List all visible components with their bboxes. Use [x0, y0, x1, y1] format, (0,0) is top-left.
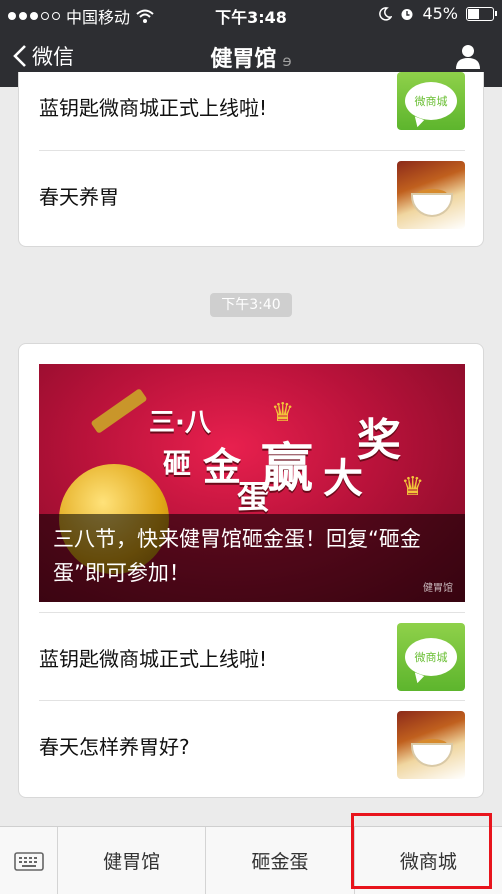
food-thumbnail [397, 711, 465, 779]
list-item-title: 蓝钥匙微商城正式上线啦! [39, 646, 268, 671]
mall-thumbnail: 微商城 [397, 72, 465, 130]
hammer-icon [90, 388, 148, 434]
keyboard-toggle-button[interactable] [0, 827, 58, 894]
list-item[interactable]: 蓝钥匙微商城正式上线啦! 微商城 [39, 62, 465, 150]
mall-thumb-label: 微商城 [414, 651, 448, 664]
list-item[interactable]: 蓝钥匙微商城正式上线啦! 微商城 [39, 612, 465, 701]
chat-bubble-icon: 微商城 [405, 638, 457, 676]
banner-watermark: 健胃馆 [423, 583, 453, 594]
status-bar: 中国移动 下午3:48 45% [0, 0, 502, 28]
menu-item-jianweiguan[interactable]: 健胃馆 [58, 827, 207, 894]
menu-item-weishangcheng[interactable]: 微商城 [355, 827, 502, 894]
list-item-title: 春天养胃 [39, 184, 119, 209]
banner-caption-overlay: 三八节，快来健胃馆砸金蛋！回复“砸金蛋”即可参加！ 健胃馆 [39, 514, 465, 602]
message-timestamp: 下午3:40 [210, 293, 292, 317]
banner-text-ying: 赢 [261, 439, 314, 499]
moon-icon [379, 6, 393, 21]
list-item[interactable]: 春天怎样养胃好? [39, 700, 465, 789]
food-thumbnail [397, 161, 465, 229]
article-card-previous: 蓝钥匙微商城正式上线啦! 微商城 春天养胃 [18, 72, 484, 247]
mall-thumbnail: 微商城 [397, 623, 465, 691]
chat-bubble-icon: 微商城 [405, 82, 457, 120]
banner-text-sanba: 三·八 [149, 408, 211, 438]
custom-menu-bar: 健胃馆 砸金蛋 微商城 [0, 826, 502, 894]
banner-text-za: 砸 [163, 447, 192, 480]
banner-text-jin: 金 [203, 445, 242, 489]
menu-item-zajindan[interactable]: 砸金蛋 [206, 827, 355, 894]
crown-icon: ♛ [271, 398, 295, 428]
banner-text-jiang: 奖 [357, 415, 401, 466]
list-item-title: 蓝钥匙微商城正式上线啦! [39, 95, 268, 120]
keyboard-icon [13, 851, 44, 871]
battery-icon [466, 6, 497, 21]
article-banner[interactable]: 三·八 砸 金 蛋 赢 大 奖 ♛ ♛ 三八节，快来健胃馆砸金蛋！回复“砸金蛋”… [39, 364, 465, 602]
alarm-icon [401, 8, 413, 20]
banner-caption: 三八节，快来健胃馆砸金蛋！回复“砸金蛋”即可参加！ [53, 527, 421, 585]
battery-percent: 45% [422, 4, 458, 23]
status-right: 45% [378, 4, 497, 23]
list-item-title: 春天怎样养胃好? [39, 734, 190, 759]
article-card: 三·八 砸 金 蛋 赢 大 奖 ♛ ♛ 三八节，快来健胃馆砸金蛋！回复“砸金蛋”… [18, 343, 484, 798]
mall-thumb-label: 微商城 [414, 95, 448, 108]
crown-icon: ♛ [401, 472, 425, 502]
list-item[interactable]: 春天养胃 [39, 150, 465, 239]
